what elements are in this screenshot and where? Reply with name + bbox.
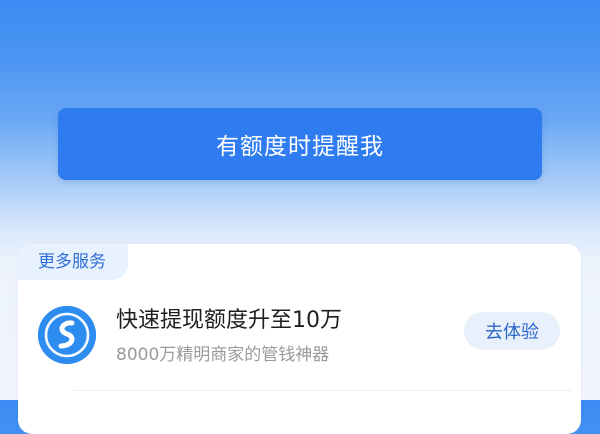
service-subtitle: 8000万精明商家的管钱神器 [116,345,330,365]
app-logo-icon [38,306,96,364]
service-item[interactable]: 快速提现额度升至10万 8000万精明商家的管钱神器 去体验 [18,302,581,374]
remind-me-button[interactable]: 有额度时提醒我 [58,108,542,180]
more-services-tag: 更多服务 [18,244,128,280]
card-divider [74,390,572,391]
service-title: 快速提现额度升至10万 [116,308,342,333]
more-services-card: 更多服务 快速提现额度升至10万 8000万精明商家的管钱神器 去体验 [18,244,581,434]
try-it-button[interactable]: 去体验 [464,312,560,350]
